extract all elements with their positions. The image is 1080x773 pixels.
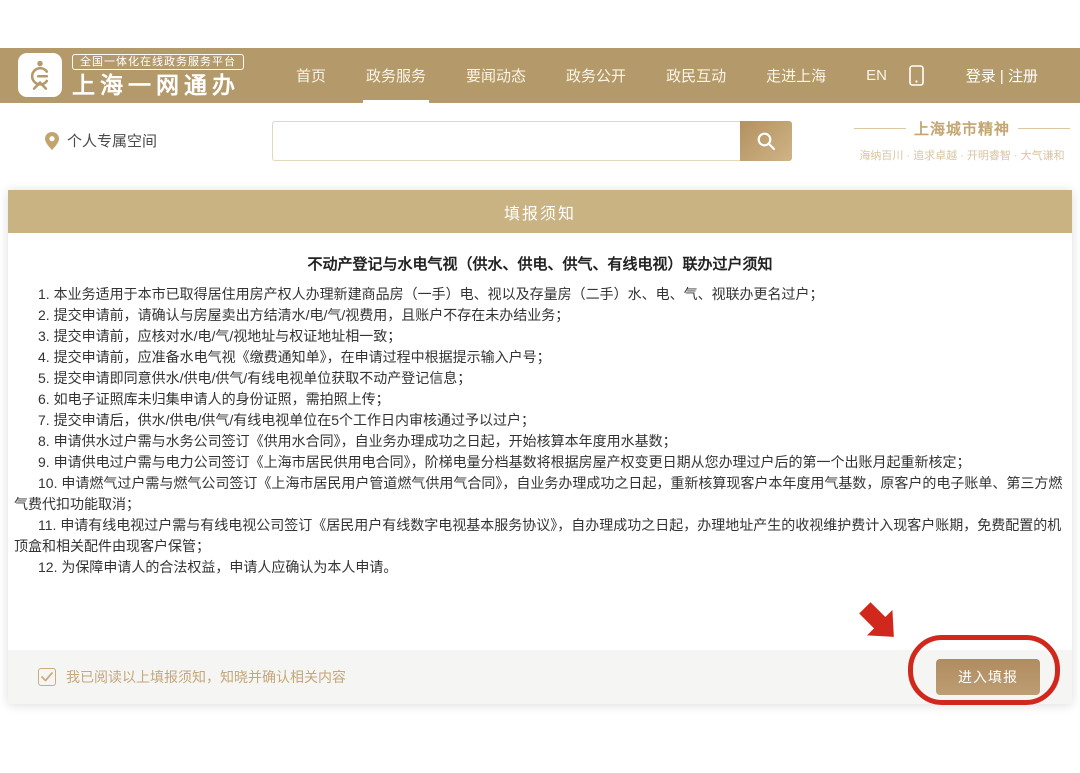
login-register-link[interactable]: 登录 | 注册 — [966, 65, 1038, 86]
notice-item-8: 8. 申请供水过户需与水务公司签订《供用水合同》，自业务办理成功之日起，开始核算… — [14, 431, 1066, 452]
notice-item-9: 9. 申请供电过户需与电力公司签订《上海市居民供用电合同》，阶梯电量分档基数将根… — [14, 452, 1066, 473]
search-input[interactable] — [272, 121, 740, 161]
notice-item-5: 5. 提交申请即同意供水/供电/供气/有线电视单位获取不动产登记信息； — [14, 368, 1066, 389]
notice-content: 不动产登记与水电气视（供水、供电、供气、有线电视）联办过户须知 1. 本业务适用… — [8, 233, 1072, 578]
enter-filing-button[interactable]: 进入填报 — [936, 659, 1040, 695]
panel-footer: 我已阅读以上填报须知，知晓并确认相关内容 进入填报 — [8, 650, 1072, 704]
main-nav: 首页 政务服务 要闻动态 政务公开 政民互动 走进上海 EN — [296, 48, 887, 103]
notice-panel: 填报须知 不动产登记与水电气视（供水、供电、供气、有线电视）联办过户须知 1. … — [8, 190, 1072, 704]
brand-text: 全国一体化在线政务服务平台 上海一网通办 — [72, 52, 244, 98]
nav-home[interactable]: 首页 — [296, 48, 326, 103]
nav-gov-services[interactable]: 政务服务 — [366, 48, 426, 103]
panel-title: 填报须知 — [504, 200, 576, 224]
search-icon — [756, 131, 776, 151]
notice-item-4: 4. 提交申请前，应准备水电气视《缴费通知单》，在申请过程中根据提示输入户号； — [14, 347, 1066, 368]
spirit-right-line — [1018, 128, 1070, 129]
platform-badge: 全国一体化在线政务服务平台 — [72, 54, 244, 70]
location-pin-icon — [45, 132, 59, 150]
mobile-phone-icon[interactable] — [909, 65, 924, 86]
site-logo[interactable]: 全国一体化在线政务服务平台 上海一网通办 — [18, 52, 244, 98]
nav-interaction[interactable]: 政民互动 — [666, 48, 726, 103]
notice-heading: 不动产登记与水电气视（供水、供电、供气、有线电视）联办过户须知 — [14, 253, 1066, 274]
search-button[interactable] — [740, 121, 792, 161]
city-spirit-title: 上海城市精神 — [914, 118, 1010, 139]
panel-title-bar: 填报须知 — [8, 190, 1072, 233]
personal-space-link[interactable]: 个人专属空间 — [45, 103, 157, 178]
notice-item-1: 1. 本业务适用于本市已取得居住用房产权人办理新建商品房（一手）电、视以及存量房… — [14, 284, 1066, 305]
notice-item-12: 12. 为保障申请人的合法权益，申请人应确认为本人申请。 — [14, 557, 1066, 578]
nav-about-shanghai[interactable]: 走进上海 — [766, 48, 826, 103]
city-spirit-block: 上海城市精神 海纳百川 · 追求卓越 · 开明睿智 · 大气谦和 — [854, 118, 1070, 163]
nav-gov-open[interactable]: 政务公开 — [566, 48, 626, 103]
notice-item-10: 10. 申请燃气过户需与燃气公司签订《上海市居民用户管道燃气供用气合同》，自业务… — [14, 473, 1066, 515]
nav-news[interactable]: 要闻动态 — [466, 48, 526, 103]
notice-item-3: 3. 提交申请前，应核对水/电/气/视地址与权证地址相一致； — [14, 326, 1066, 347]
personal-space-label: 个人专属空间 — [67, 130, 157, 151]
nav-english[interactable]: EN — [866, 48, 887, 103]
search-box — [272, 121, 792, 161]
shanghai-gov-logo-icon — [18, 53, 62, 97]
city-spirit-subtitle: 海纳百川 · 追求卓越 · 开明睿智 · 大气谦和 — [854, 147, 1070, 163]
agree-checkbox[interactable] — [38, 668, 56, 686]
sub-header: 个人专属空间 上海城市精神 海纳百川 · 追求卓越 · 开明睿智 · 大气谦和 — [0, 103, 1080, 178]
notice-item-11: 11. 申请有线电视过户需与有线电视公司签订《居民用户有线数字电视基本服务协议》… — [14, 515, 1066, 557]
header-right: 登录 | 注册 — [909, 65, 1038, 86]
top-header-bar: 全国一体化在线政务服务平台 上海一网通办 首页 政务服务 要闻动态 政务公开 政… — [0, 48, 1080, 103]
spirit-left-line — [854, 128, 906, 129]
check-icon — [41, 672, 53, 682]
notice-item-6: 6. 如电子证照库未归集申请人的身份证照，需拍照上传； — [14, 389, 1066, 410]
notice-item-7: 7. 提交申请后，供水/供电/供气/有线电视单位在5个工作日内审核通过予以过户； — [14, 410, 1066, 431]
notice-item-2: 2. 提交申请前，请确认与房屋卖出方结清水/电/气/视费用，且账户不存在未办结业… — [14, 305, 1066, 326]
site-name: 上海一网通办 — [72, 73, 244, 98]
agree-row[interactable]: 我已阅读以上填报须知，知晓并确认相关内容 — [38, 667, 346, 687]
agree-label: 我已阅读以上填报须知，知晓并确认相关内容 — [66, 667, 346, 687]
